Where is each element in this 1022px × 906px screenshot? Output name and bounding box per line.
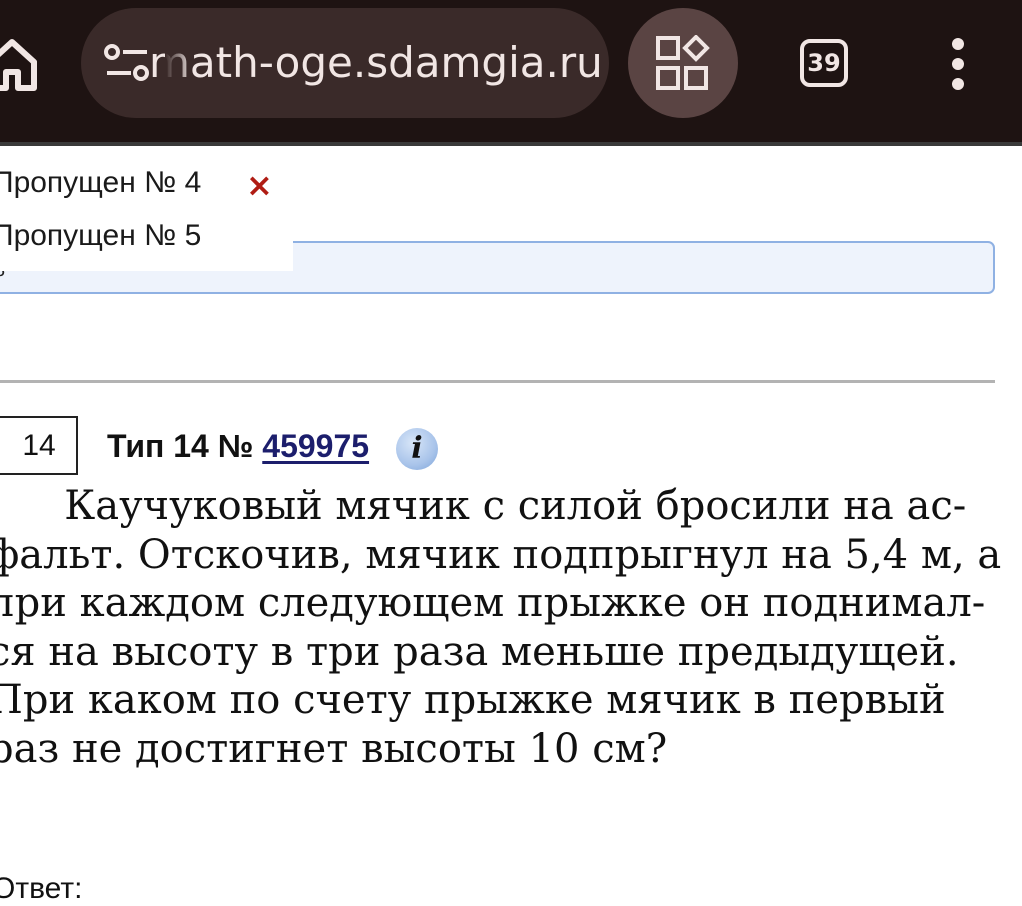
- problem-line: ся на высоту в три раза меньше предыдуще…: [0, 628, 959, 675]
- task-type-prefix: Тип 14 №: [107, 428, 263, 464]
- more-vert-icon[interactable]: [944, 38, 972, 90]
- close-icon[interactable]: ×: [246, 168, 273, 202]
- info-icon[interactable]: i: [396, 428, 438, 470]
- tab-counter[interactable]: 39: [800, 39, 848, 87]
- task-id-link[interactable]: 459975: [262, 428, 369, 464]
- dropdown-item-skipped-5[interactable]: Пропущен № 5: [0, 219, 201, 253]
- tune-icon[interactable]: [103, 43, 151, 83]
- problem-line: При каком по счету прыжке мячик в первый: [0, 677, 946, 724]
- url-fade: [165, 8, 193, 118]
- problem-text: Каучуковый мячик с силой бросили на ас- …: [0, 482, 1002, 774]
- apps-icon: [656, 35, 710, 90]
- answer-label: Ответ:: [0, 872, 83, 905]
- problem-line: Каучуковый мячик с силой бросили на ас-: [0, 483, 967, 529]
- task-type-label: Тип 14 № 459975: [107, 424, 369, 468]
- section-divider: [0, 380, 995, 383]
- apps-button[interactable]: [628, 8, 738, 118]
- dropdown-item-skipped-4[interactable]: Пропущен № 4: [0, 166, 201, 200]
- address-bar[interactable]: math-oge.sdamgia.ru: [81, 8, 609, 118]
- problem-line: фальт. Отскочив, мячик подпрыгнул на 5,4…: [0, 531, 1002, 578]
- home-icon[interactable]: [0, 34, 42, 94]
- browser-toolbar: math-oge.sdamgia.ru 39: [0, 0, 1022, 142]
- problem-line: при каждом следующем прыжке он поднимал-: [0, 580, 986, 627]
- task-number-box: 14: [0, 416, 78, 475]
- problem-line: раз не достигнет высоты 10 см?: [0, 725, 668, 772]
- url-text: math-oge.sdamgia.ru: [149, 38, 603, 87]
- toolbar-divider: [0, 142, 1022, 146]
